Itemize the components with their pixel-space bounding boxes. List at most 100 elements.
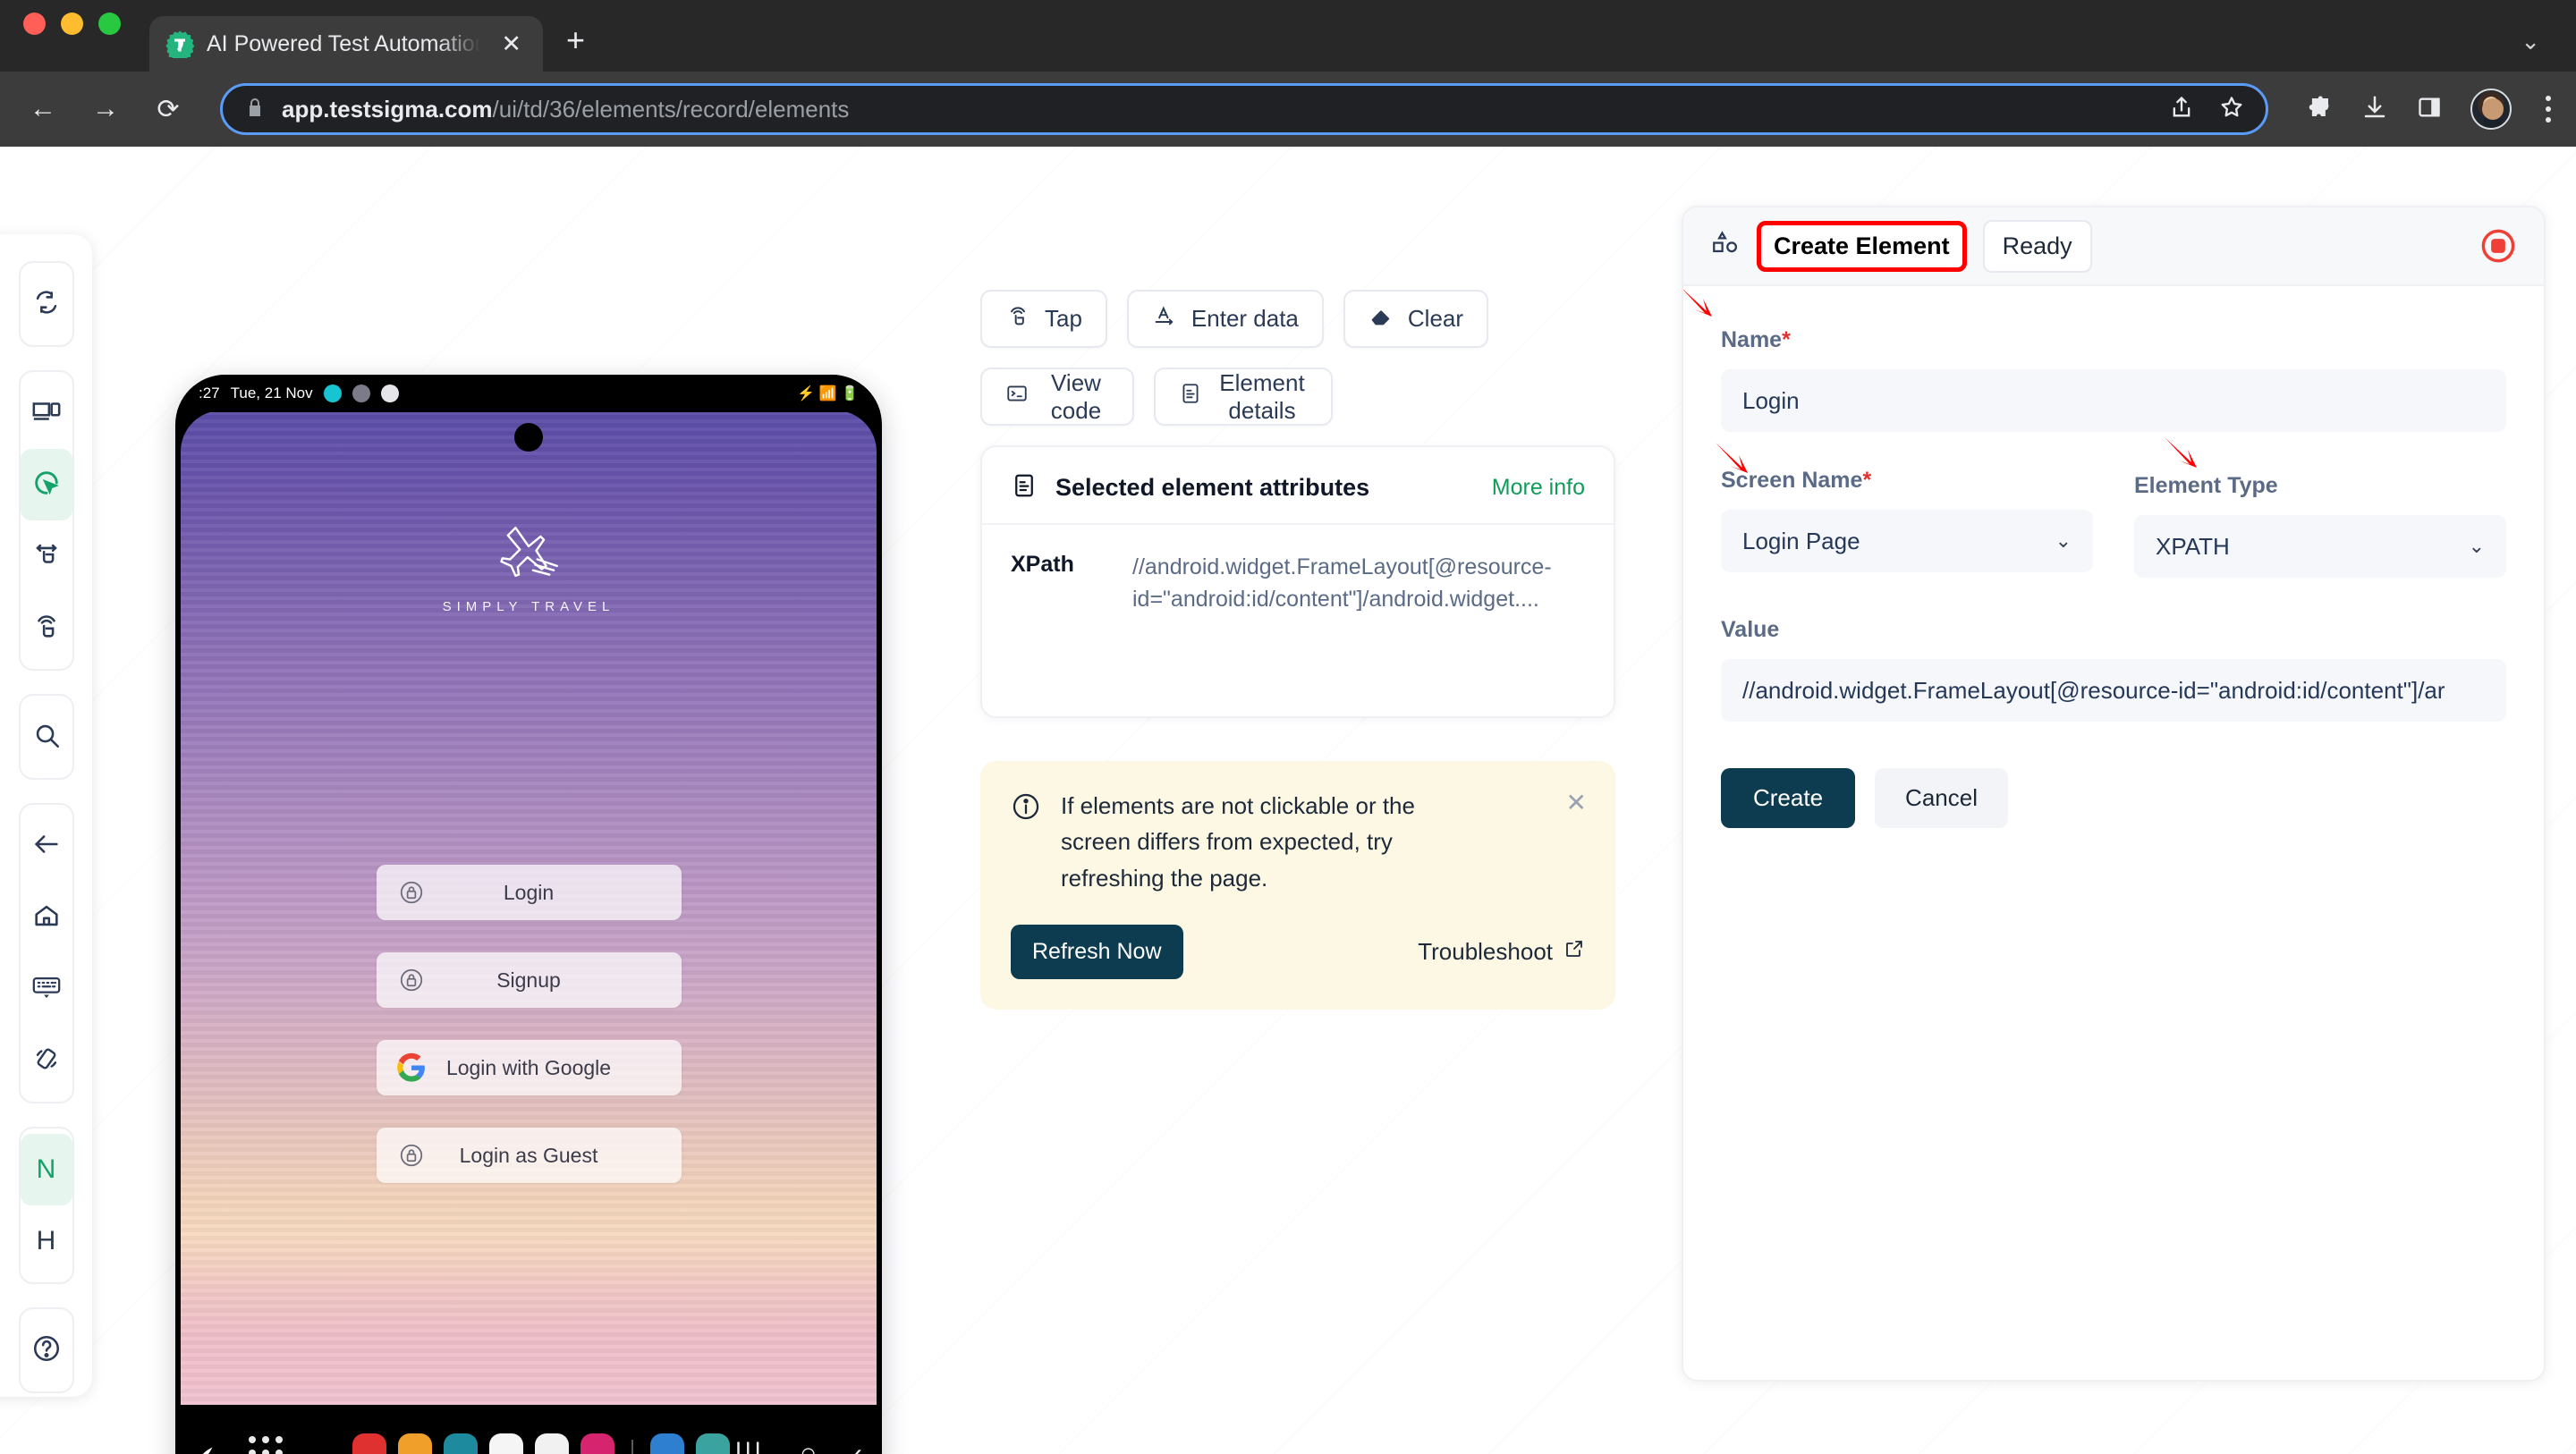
phone-screen[interactable]: SIMPLY TRAVEL Login Signup Login with Go… — [181, 410, 877, 1405]
eraser-icon — [1368, 303, 1394, 334]
tap-gesture-icon — [1005, 303, 1030, 334]
home-button-icon[interactable]: ○ — [800, 1437, 817, 1454]
tap-button-label: Tap — [1045, 305, 1082, 332]
search-icon — [31, 720, 62, 755]
close-icon[interactable]: ✕ — [496, 29, 527, 60]
device-toolbar-rail: N H — [0, 234, 92, 1397]
chrome-menu-icon[interactable] — [2540, 96, 2556, 123]
dock-icon-messages[interactable] — [489, 1433, 523, 1454]
alert-message: If elements are not clickable or the scr… — [1061, 792, 1415, 892]
stop-record-icon[interactable] — [2479, 227, 2517, 265]
sidebar-item-keyboard[interactable] — [21, 953, 72, 1025]
sidebar-item-search[interactable] — [21, 701, 72, 773]
rail-group-help — [18, 1307, 74, 1393]
bookmark-star-icon[interactable] — [2219, 95, 2244, 124]
external-link-icon — [1563, 938, 1585, 966]
name-input-value: Login — [1742, 386, 1800, 414]
extensions-puzzle-icon[interactable] — [2306, 94, 2333, 125]
panel-action-buttons: Create Cancel — [1721, 768, 2506, 828]
sidebar-item-key-n[interactable]: N — [20, 1134, 72, 1205]
app-button-guest-login[interactable]: Login as Guest — [376, 1128, 682, 1183]
refresh-now-button[interactable]: Refresh Now — [1011, 924, 1183, 979]
share-icon[interactable] — [2169, 95, 2194, 124]
app-drawer-icon[interactable] — [249, 1436, 283, 1454]
app-button-google-login[interactable]: Login with Google — [376, 1040, 682, 1095]
url-text: app.testsigma.com/ui/td/36/elements/reco… — [282, 96, 849, 123]
dock-icon-chrome[interactable] — [535, 1433, 569, 1454]
sidebar-item-tap[interactable] — [21, 592, 72, 664]
element-type-select[interactable]: XPATH ⌄ — [2134, 515, 2506, 578]
app-button-label: Login — [503, 880, 555, 904]
sidebar-item-inspect[interactable] — [20, 449, 72, 520]
sidebar-item-rotate[interactable] — [21, 1025, 72, 1096]
back-arrow-icon[interactable]: ← — [20, 86, 66, 132]
sidebar-item-home[interactable] — [21, 882, 72, 953]
element-details-button-label: Element details — [1219, 368, 1305, 424]
card-header: Selected element attributes More info — [982, 447, 1614, 525]
required-marker: * — [1782, 327, 1791, 352]
app-button-list: Login Signup Login with Google Login as … — [181, 865, 877, 1215]
inspector-column: Tap Enter data Clear View code Element d… — [980, 147, 1615, 1010]
reload-icon[interactable]: ⟳ — [145, 86, 191, 132]
sidebar-item-refresh[interactable] — [21, 268, 72, 340]
dock-icon-gallery[interactable] — [650, 1433, 684, 1454]
dock-icon-files[interactable] — [398, 1433, 432, 1454]
create-element-panel: Create Element Ready Name* Login Screen … — [1682, 206, 2546, 1382]
tab-create-element[interactable]: Create Element — [1757, 220, 1967, 272]
screen-name-select[interactable]: Login Page ⌄ — [1721, 510, 2093, 572]
spen-icon[interactable] — [195, 1441, 218, 1454]
dock-icon-camera[interactable] — [580, 1433, 614, 1454]
browser-tab[interactable]: AI Powered Test Automation Pl ✕ — [149, 16, 543, 72]
name-field-label: Name* — [1721, 327, 2506, 353]
rail-group-device-keys — [18, 803, 74, 1103]
minimize-window-button[interactable] — [61, 12, 83, 35]
view-code-button[interactable]: View code — [980, 368, 1134, 426]
maximize-window-button[interactable] — [98, 12, 121, 35]
status-time: :27 — [199, 385, 220, 402]
downloads-icon[interactable] — [2361, 94, 2388, 125]
app-button-signup[interactable]: Signup — [376, 952, 682, 1008]
name-input[interactable]: Login — [1721, 369, 2506, 432]
status-notif-2-icon — [352, 385, 370, 402]
tab-title: AI Powered Test Automation Pl — [207, 30, 484, 56]
app-brand-text: SIMPLY TRAVEL — [442, 599, 615, 614]
recents-icon[interactable]: ||| — [735, 1438, 764, 1454]
clear-button[interactable]: Clear — [1343, 290, 1489, 348]
dock-icon-notes[interactable] — [352, 1433, 386, 1454]
cancel-button[interactable]: Cancel — [1875, 768, 2008, 828]
dock-icon-android[interactable] — [696, 1433, 730, 1454]
back-arrow-icon — [31, 829, 62, 864]
screen-name-group: Screen Name* Login Page ⌄ — [1721, 468, 2093, 578]
forward-arrow-icon[interactable]: → — [82, 86, 129, 132]
browser-toolbar: ← → ⟳ app.testsigma.com/ui/td/36/element… — [0, 72, 2576, 147]
address-bar[interactable]: app.testsigma.com/ui/td/36/elements/reco… — [220, 83, 2268, 135]
sidebar-item-key-h[interactable]: H — [21, 1205, 72, 1277]
enter-data-button[interactable]: Enter data — [1126, 290, 1324, 348]
create-button[interactable]: Create — [1721, 768, 1856, 828]
panel-header: Create Element Ready — [1683, 207, 2544, 286]
browser-window: AI Powered Test Automation Pl ✕ + ⌄ ← → … — [0, 0, 2576, 1454]
sidebar-item-back[interactable] — [21, 810, 72, 882]
element-type-group: Element Type XPATH ⌄ — [2134, 468, 2506, 578]
new-tab-button[interactable]: + — [566, 21, 585, 72]
troubleshoot-link[interactable]: Troubleshoot — [1418, 938, 1585, 966]
status-badge-ready[interactable]: Ready — [1982, 219, 2092, 273]
sidebar-item-help[interactable] — [21, 1315, 72, 1386]
side-panel-icon[interactable] — [2417, 95, 2442, 124]
back-button-icon[interactable]: ‹ — [852, 1437, 862, 1454]
more-info-link[interactable]: More info — [1492, 475, 1585, 501]
app-button-login[interactable]: Login — [376, 865, 682, 920]
window-controls[interactable] — [23, 0, 121, 72]
action-row-secondary: View code Element details — [980, 368, 1615, 426]
element-details-button[interactable]: Element details — [1154, 368, 1333, 426]
device-mirror[interactable]: :27 Tue, 21 Nov ⚡ 📶 🔋 SIMPLY TRAVEL Logi… — [175, 375, 882, 1454]
profile-avatar[interactable] — [2470, 89, 2512, 130]
tap-button[interactable]: Tap — [980, 290, 1107, 348]
close-window-button[interactable] — [23, 12, 46, 35]
sidebar-item-device-screen[interactable] — [21, 377, 72, 449]
close-icon[interactable]: ✕ — [1566, 788, 1587, 817]
dock-icon-calendar[interactable] — [444, 1433, 478, 1454]
value-input[interactable]: //android.widget.FrameLayout[@resource-i… — [1721, 659, 2506, 722]
chevron-down-icon[interactable]: ⌄ — [2521, 28, 2540, 55]
sidebar-item-swipe[interactable] — [21, 520, 72, 592]
